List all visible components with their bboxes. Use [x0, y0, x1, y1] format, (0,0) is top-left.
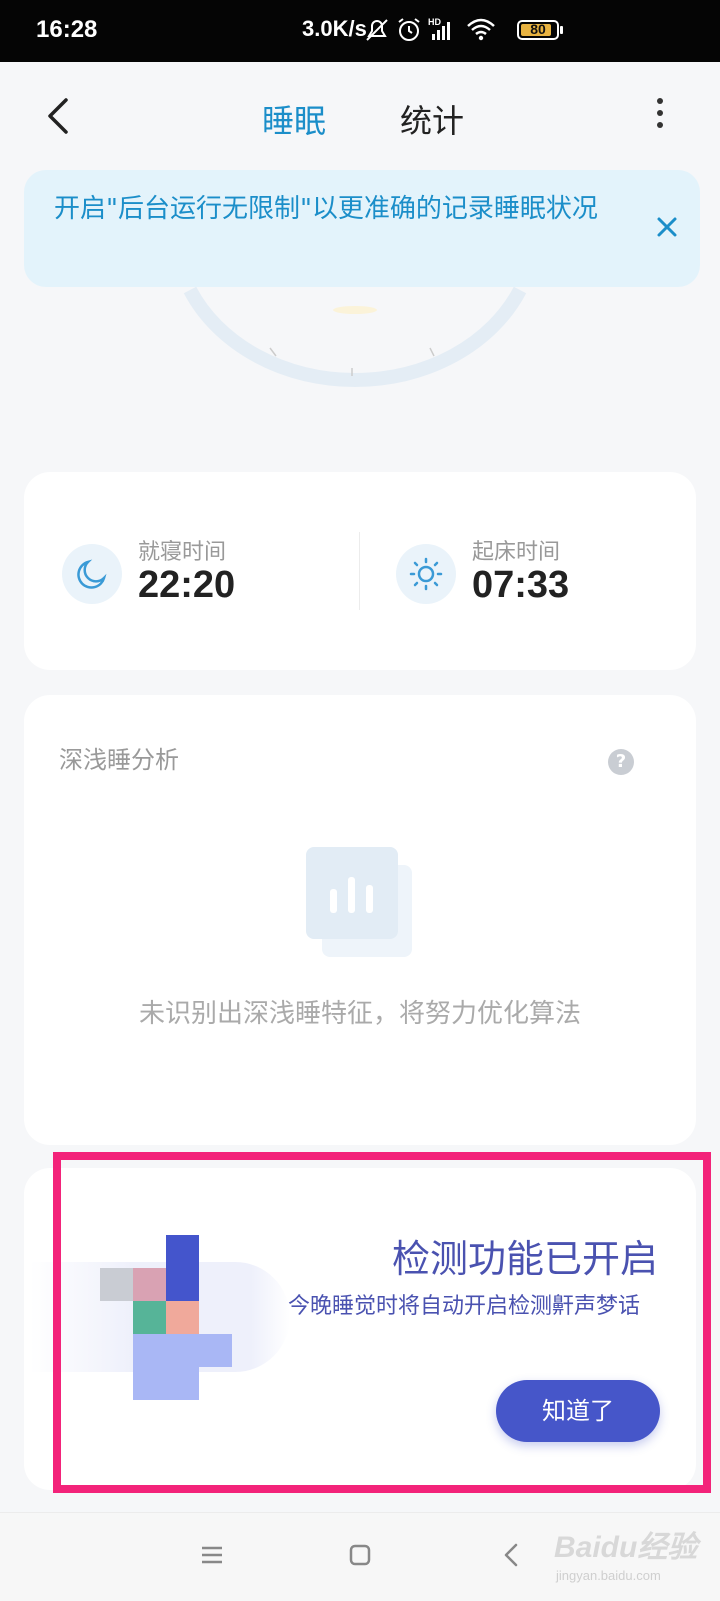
- background-run-banner[interactable]: 开启"后台运行无限制"以更准确的记录睡眠状况: [24, 170, 700, 287]
- wifi-icon: [467, 18, 495, 41]
- menu-icon[interactable]: [190, 1533, 234, 1577]
- battery-icon: 80: [517, 20, 559, 40]
- watermark-logo: Baidu经验: [554, 1531, 698, 1564]
- wake-label: 起床时间: [472, 540, 561, 565]
- back-icon[interactable]: [490, 1533, 534, 1577]
- svg-text:HD: HD: [428, 17, 441, 27]
- baidu-watermark: Baidu经验 jingyan.baidu.com: [548, 1516, 718, 1596]
- sun-icon: [396, 544, 456, 604]
- highlight-frame: [53, 1152, 711, 1493]
- help-icon[interactable]: ?: [608, 749, 634, 775]
- divider: [359, 532, 360, 610]
- bedtime-label: 就寝时间: [138, 540, 227, 565]
- alarm-icon: [398, 18, 420, 41]
- sleep-times-card: 就寝时间 22:20 起床时间 07:33: [24, 472, 696, 670]
- app-header: 睡眠 统计: [0, 62, 720, 167]
- battery-level: 80: [530, 21, 546, 37]
- sleep-analysis-card: 深浅睡分析 ? 未识别出深浅睡特征，将努力优化算法: [24, 695, 696, 1145]
- bedtime-value: 22:20: [138, 564, 236, 606]
- banner-text: 开启"后台运行无限制"以更准确的记录睡眠状况: [54, 194, 598, 224]
- status-time: 16:28: [36, 16, 98, 43]
- hd-signal-icon: HD: [428, 17, 450, 40]
- close-icon[interactable]: [654, 214, 680, 240]
- watermark-url: jingyan.baidu.com: [556, 1568, 661, 1583]
- more-options-icon[interactable]: [654, 98, 666, 138]
- wake-value: 07:33: [472, 564, 570, 606]
- moon-icon: [62, 544, 122, 604]
- battery-tip: [560, 26, 563, 34]
- tab-sleep[interactable]: 睡眠: [262, 96, 326, 142]
- mute-bell-icon: [366, 19, 388, 41]
- empty-message: 未识别出深浅睡特征，将努力优化算法: [138, 999, 581, 1029]
- back-arrow-icon[interactable]: [40, 92, 80, 140]
- home-icon[interactable]: [338, 1533, 382, 1577]
- empty-chart-icon: [306, 847, 416, 957]
- status-bar: 16:28 3.0K/s HD 80: [0, 0, 720, 62]
- tab-stats[interactable]: 统计: [400, 96, 464, 142]
- network-speed: 3.0K/s: [302, 16, 367, 41]
- analysis-title: 深浅睡分析: [59, 746, 179, 774]
